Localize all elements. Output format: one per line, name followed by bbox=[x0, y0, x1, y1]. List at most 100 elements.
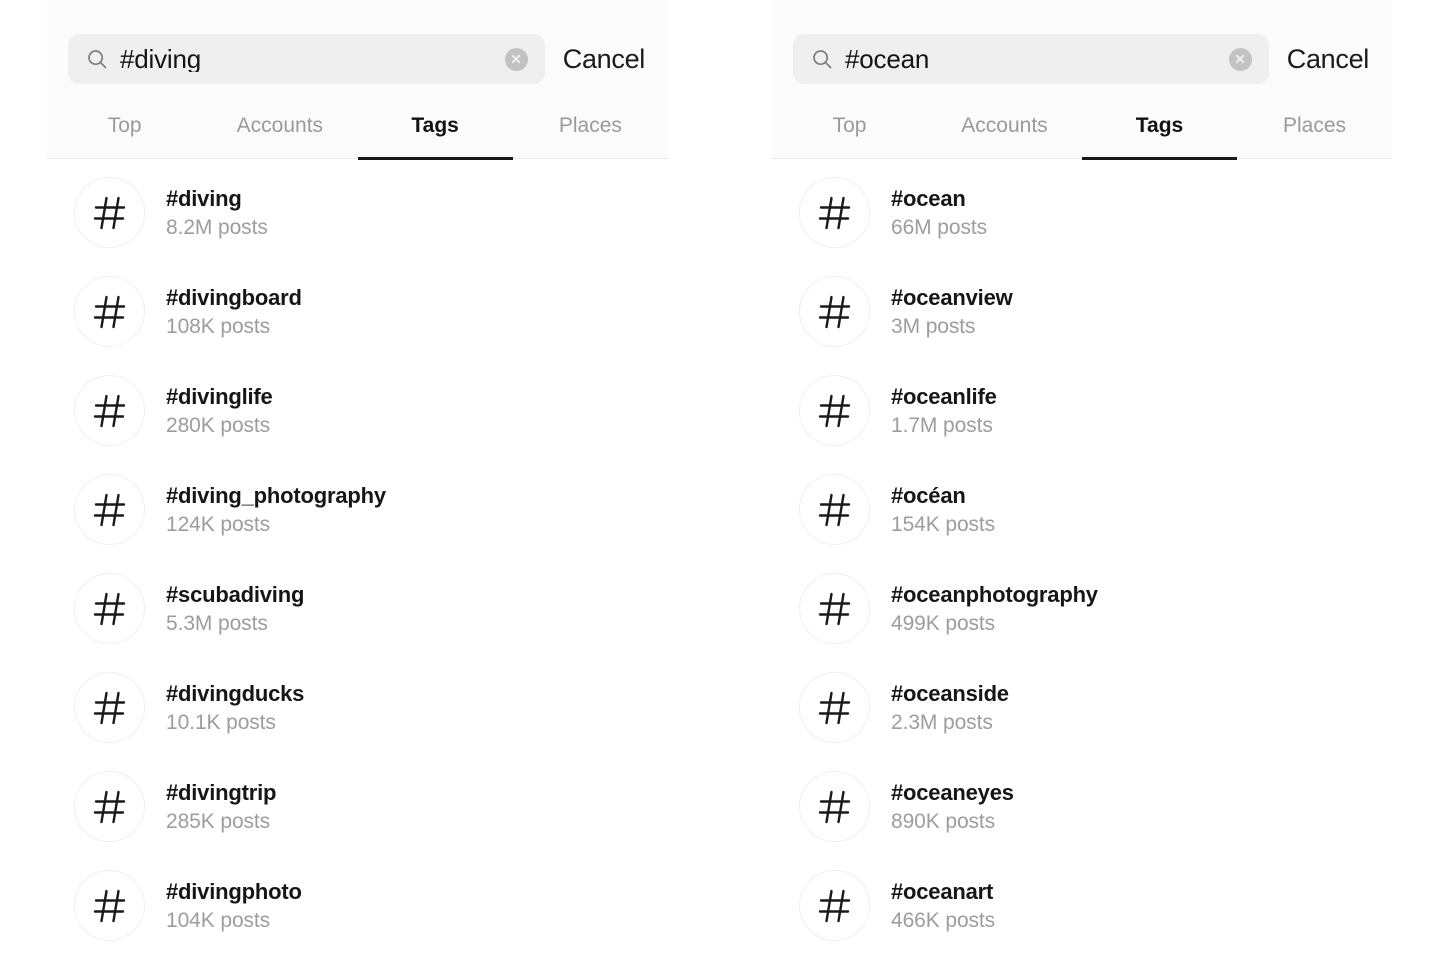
hashtag-icon bbox=[818, 295, 850, 328]
hashtag-avatar bbox=[799, 672, 870, 743]
cancel-button[interactable]: Cancel bbox=[563, 45, 646, 73]
tab-accounts[interactable]: Accounts bbox=[927, 104, 1082, 159]
tab-places[interactable]: Places bbox=[1237, 104, 1392, 159]
tab-top[interactable]: Top bbox=[772, 104, 927, 159]
tag-post-count: 280K posts bbox=[166, 413, 271, 437]
hashtag-avatar bbox=[799, 870, 870, 941]
list-item[interactable]: #ocean 66M posts bbox=[772, 163, 1392, 262]
hashtag-icon bbox=[93, 196, 125, 229]
hashtag-icon bbox=[93, 790, 125, 823]
list-item[interactable]: #divingboard 108K posts bbox=[47, 262, 668, 361]
tag-name: #divinglife bbox=[166, 383, 273, 409]
list-item[interactable]: #oceanart 466K posts bbox=[772, 856, 1392, 955]
tab-tags[interactable]: Tags bbox=[1082, 104, 1237, 160]
cancel-button[interactable]: Cancel bbox=[1287, 45, 1370, 73]
tag-post-count: 890K posts bbox=[891, 809, 996, 833]
hashtag-avatar bbox=[799, 276, 870, 347]
tag-post-count: 3M posts bbox=[891, 314, 976, 338]
hashtag-avatar bbox=[74, 474, 145, 545]
tab-accounts-label: Accounts bbox=[236, 114, 324, 137]
list-item[interactable]: #divingphoto 104K posts bbox=[47, 856, 668, 955]
tag-info: #océan 154K posts bbox=[891, 482, 996, 536]
tag-post-count: 154K posts bbox=[891, 512, 996, 536]
list-item[interactable]: #oceanlife 1.7M posts bbox=[772, 361, 1392, 460]
list-item[interactable]: #oceanphotography 499K posts bbox=[772, 559, 1392, 658]
hashtag-icon bbox=[818, 889, 850, 922]
search-header: #diving Cancel Top Accounts Tags Places bbox=[47, 0, 668, 160]
tag-name: #ocean bbox=[891, 185, 966, 211]
hashtag-icon bbox=[93, 691, 125, 724]
tag-post-count: 108K posts bbox=[166, 314, 271, 338]
hashtag-icon bbox=[93, 295, 125, 328]
tag-info: #diving 8.2M posts bbox=[166, 187, 268, 239]
hashtag-icon bbox=[93, 493, 125, 526]
tab-places-label: Places bbox=[1282, 114, 1347, 137]
tag-info: #oceanlife 1.7M posts bbox=[891, 385, 997, 436]
list-item[interactable]: #divingducks 10.1K posts bbox=[47, 658, 668, 757]
hashtag-avatar bbox=[74, 375, 145, 446]
hashtag-avatar bbox=[74, 177, 145, 248]
tab-tags-label: Tags bbox=[1135, 114, 1184, 137]
hashtag-icon bbox=[818, 394, 850, 427]
hashtag-avatar bbox=[799, 177, 870, 248]
tab-accounts-label: Accounts bbox=[961, 114, 1048, 137]
tag-post-count: 10.1K posts bbox=[166, 710, 276, 734]
list-item[interactable]: #scubadiving 5.3M posts bbox=[47, 559, 668, 658]
hashtag-avatar bbox=[74, 573, 145, 644]
screenshot-stage: #diving Cancel Top Accounts Tags Places … bbox=[0, 0, 1440, 960]
tag-info: #oceanart 466K posts bbox=[891, 878, 995, 931]
tab-top-label: Top bbox=[107, 114, 142, 137]
list-item[interactable]: #oceanview 3M posts bbox=[772, 262, 1392, 361]
list-item[interactable]: #océan 154K posts bbox=[772, 460, 1392, 559]
search-icon bbox=[813, 50, 832, 69]
search-tabs: Top Accounts Tags Places bbox=[47, 104, 668, 160]
list-item[interactable]: #oceaneyes 890K posts bbox=[772, 757, 1392, 856]
tag-results-list: #diving 8.2M posts #divingboard 108K pos… bbox=[47, 159, 668, 955]
tag-info: #divinglife 280K posts bbox=[166, 383, 273, 437]
hashtag-icon bbox=[93, 889, 125, 922]
tag-info: #divingducks 10.1K posts bbox=[166, 680, 305, 734]
tag-results-list: #ocean 66M posts #oceanview 3M posts #oc… bbox=[772, 159, 1392, 955]
search-input-value: #ocean bbox=[845, 46, 930, 72]
tag-name: #oceanart bbox=[891, 878, 994, 904]
list-item[interactable]: #divinglife 280K posts bbox=[47, 361, 668, 460]
tab-top[interactable]: Top bbox=[47, 104, 202, 159]
tab-tags[interactable]: Tags bbox=[357, 104, 513, 160]
tag-post-count: 499K posts bbox=[891, 611, 996, 635]
tag-post-count: 285K posts bbox=[166, 809, 271, 833]
tag-post-count: 8.2M posts bbox=[166, 215, 268, 239]
tab-places[interactable]: Places bbox=[513, 104, 668, 159]
search-header: #ocean Cancel Top Accounts Tags Places bbox=[772, 0, 1392, 160]
clear-circle-icon[interactable] bbox=[1228, 47, 1252, 71]
hashtag-avatar bbox=[799, 771, 870, 842]
tag-name: #divingboard bbox=[166, 284, 302, 310]
hashtag-icon bbox=[818, 691, 850, 724]
hashtag-avatar bbox=[799, 474, 870, 545]
clear-circle-icon[interactable] bbox=[504, 47, 528, 71]
tag-info: #ocean 66M posts bbox=[891, 185, 987, 238]
tag-name: #divingducks bbox=[166, 680, 305, 706]
list-item[interactable]: #divingtrip 285K posts bbox=[47, 757, 668, 856]
hashtag-avatar bbox=[74, 672, 145, 743]
search-panel-ocean: #ocean Cancel Top Accounts Tags Places #… bbox=[772, 0, 1392, 960]
hashtag-icon bbox=[93, 394, 125, 427]
search-row: #diving Cancel bbox=[68, 34, 645, 84]
tab-accounts[interactable]: Accounts bbox=[202, 104, 357, 159]
list-item[interactable]: #diving_photography 124K posts bbox=[47, 460, 668, 559]
hashtag-icon bbox=[93, 592, 125, 625]
tag-info: #scubadiving 5.3M posts bbox=[166, 583, 304, 635]
search-input[interactable]: #ocean bbox=[793, 34, 1269, 84]
list-item[interactable]: #diving 8.2M posts bbox=[47, 163, 668, 262]
tag-name: #oceanside bbox=[891, 680, 1009, 706]
tag-post-count: 5.3M posts bbox=[166, 611, 268, 635]
list-item[interactable]: #oceanside 2.3M posts bbox=[772, 658, 1392, 757]
search-input[interactable]: #diving bbox=[68, 34, 545, 84]
tag-name: #divingphoto bbox=[166, 878, 302, 904]
search-input-value: #diving bbox=[120, 46, 201, 72]
tag-info: #oceaneyes 890K posts bbox=[891, 781, 1014, 833]
tag-name: #océan bbox=[891, 482, 966, 508]
tag-info: #divingphoto 104K posts bbox=[166, 878, 302, 931]
tag-name: #divingtrip bbox=[166, 779, 277, 805]
tag-name: #oceanview bbox=[891, 284, 1013, 310]
tab-places-label: Places bbox=[558, 114, 622, 137]
